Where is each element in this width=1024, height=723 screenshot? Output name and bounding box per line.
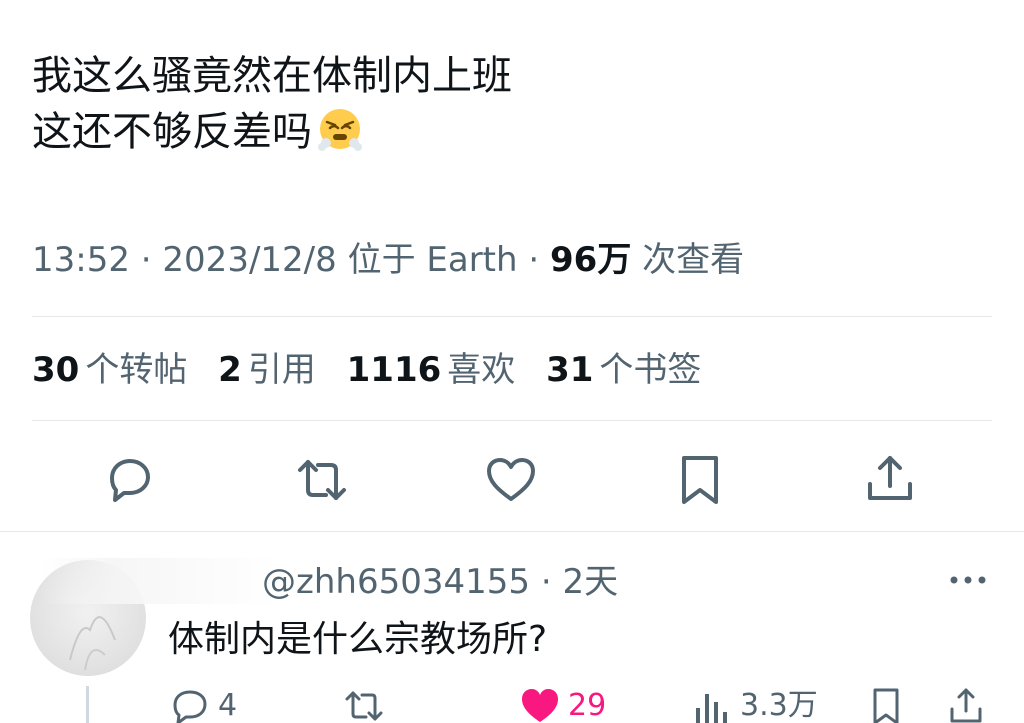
- reply-text: 体制内是什么宗教场所?: [168, 619, 548, 660]
- engagement-stats: 30 个转帖 2 引用 1116 喜欢 31 个书签: [32, 344, 721, 396]
- quotes-count: 2: [218, 350, 242, 390]
- retweet-icon[interactable]: [294, 452, 350, 508]
- reply-bookmark-button[interactable]: [866, 686, 906, 723]
- quotes-stat[interactable]: 2 引用: [218, 344, 316, 396]
- retweets-count: 30: [32, 350, 80, 390]
- reply-views-button[interactable]: 3.3万: [692, 686, 818, 723]
- reply-time[interactable]: 2天: [562, 562, 618, 602]
- tweet-time[interactable]: 13:52: [32, 240, 130, 280]
- tweet-detail-page: 我这么骚竟然在体制内上班 这还不够反差吗 13:52 · 2023/12/8 位…: [0, 0, 1024, 723]
- views-count: 96万: [550, 240, 632, 280]
- tweet-line-2: 这还不够反差吗: [32, 104, 512, 160]
- reply-action-bar: 4 29 3.3万: [0, 686, 1024, 723]
- divider: [32, 420, 992, 421]
- reply-icon[interactable]: [102, 452, 158, 508]
- meta-separator: ·: [140, 240, 152, 280]
- bookmarks-label: 个书签: [599, 350, 702, 390]
- reply-retweet-button[interactable]: [344, 686, 384, 723]
- steam-face-emoji-icon: [318, 109, 362, 151]
- header-separator: ·: [540, 562, 552, 602]
- reply-handle[interactable]: @zhh65034155: [262, 562, 530, 602]
- reply-reply-button[interactable]: 4: [170, 686, 237, 723]
- share-icon[interactable]: [862, 452, 918, 508]
- bookmarks-count: 31: [546, 350, 594, 390]
- reply-like-button[interactable]: 29: [520, 686, 606, 723]
- views-chart-icon: [696, 694, 727, 723]
- reply-count: 4: [218, 688, 238, 723]
- heart-filled-icon: [522, 689, 558, 722]
- retweets-label: 个转帖: [85, 350, 188, 390]
- reply-tweet[interactable]: @zhh65034155 · 2天 体制内是什么宗教场所? 4 29 3.3万: [0, 540, 1024, 723]
- retweets-stat[interactable]: 30 个转帖: [32, 344, 187, 396]
- bookmark-icon: [873, 688, 899, 723]
- divider: [32, 316, 992, 317]
- reply-share-button[interactable]: [946, 686, 986, 723]
- reply-header: @zhh65034155 · 2天: [262, 560, 618, 604]
- views-count: 3.3万: [740, 688, 818, 723]
- bookmarks-stat[interactable]: 31 个书签: [546, 344, 701, 396]
- likes-label: 喜欢: [447, 350, 516, 390]
- blurred-display-name: [40, 558, 280, 604]
- reply-icon: [173, 690, 207, 723]
- likes-count: 1116: [346, 350, 442, 390]
- views-label: 次查看: [642, 240, 745, 280]
- meta-separator: ·: [528, 240, 540, 280]
- divider: [0, 531, 1024, 532]
- tweet-line-2-text: 这还不够反差吗: [32, 109, 312, 155]
- likes-stat[interactable]: 1116 喜欢: [347, 344, 516, 396]
- quotes-label: 引用: [247, 350, 316, 390]
- more-options-icon[interactable]: [948, 568, 988, 592]
- tweet-location: 位于 Earth: [347, 240, 518, 280]
- like-icon[interactable]: [483, 452, 539, 508]
- like-count: 29: [568, 688, 607, 723]
- tweet-action-bar: [0, 452, 1024, 508]
- retweet-icon: [345, 691, 383, 721]
- tweet-body: 我这么骚竟然在体制内上班 这还不够反差吗: [32, 48, 512, 160]
- share-icon: [950, 688, 982, 723]
- tweet-date[interactable]: 2023/12/8: [162, 240, 336, 280]
- bookmark-icon[interactable]: [672, 452, 728, 508]
- tweet-line-1: 我这么骚竟然在体制内上班: [32, 53, 512, 99]
- tweet-meta: 13:52 · 2023/12/8 位于 Earth · 96万 次查看: [32, 236, 744, 284]
